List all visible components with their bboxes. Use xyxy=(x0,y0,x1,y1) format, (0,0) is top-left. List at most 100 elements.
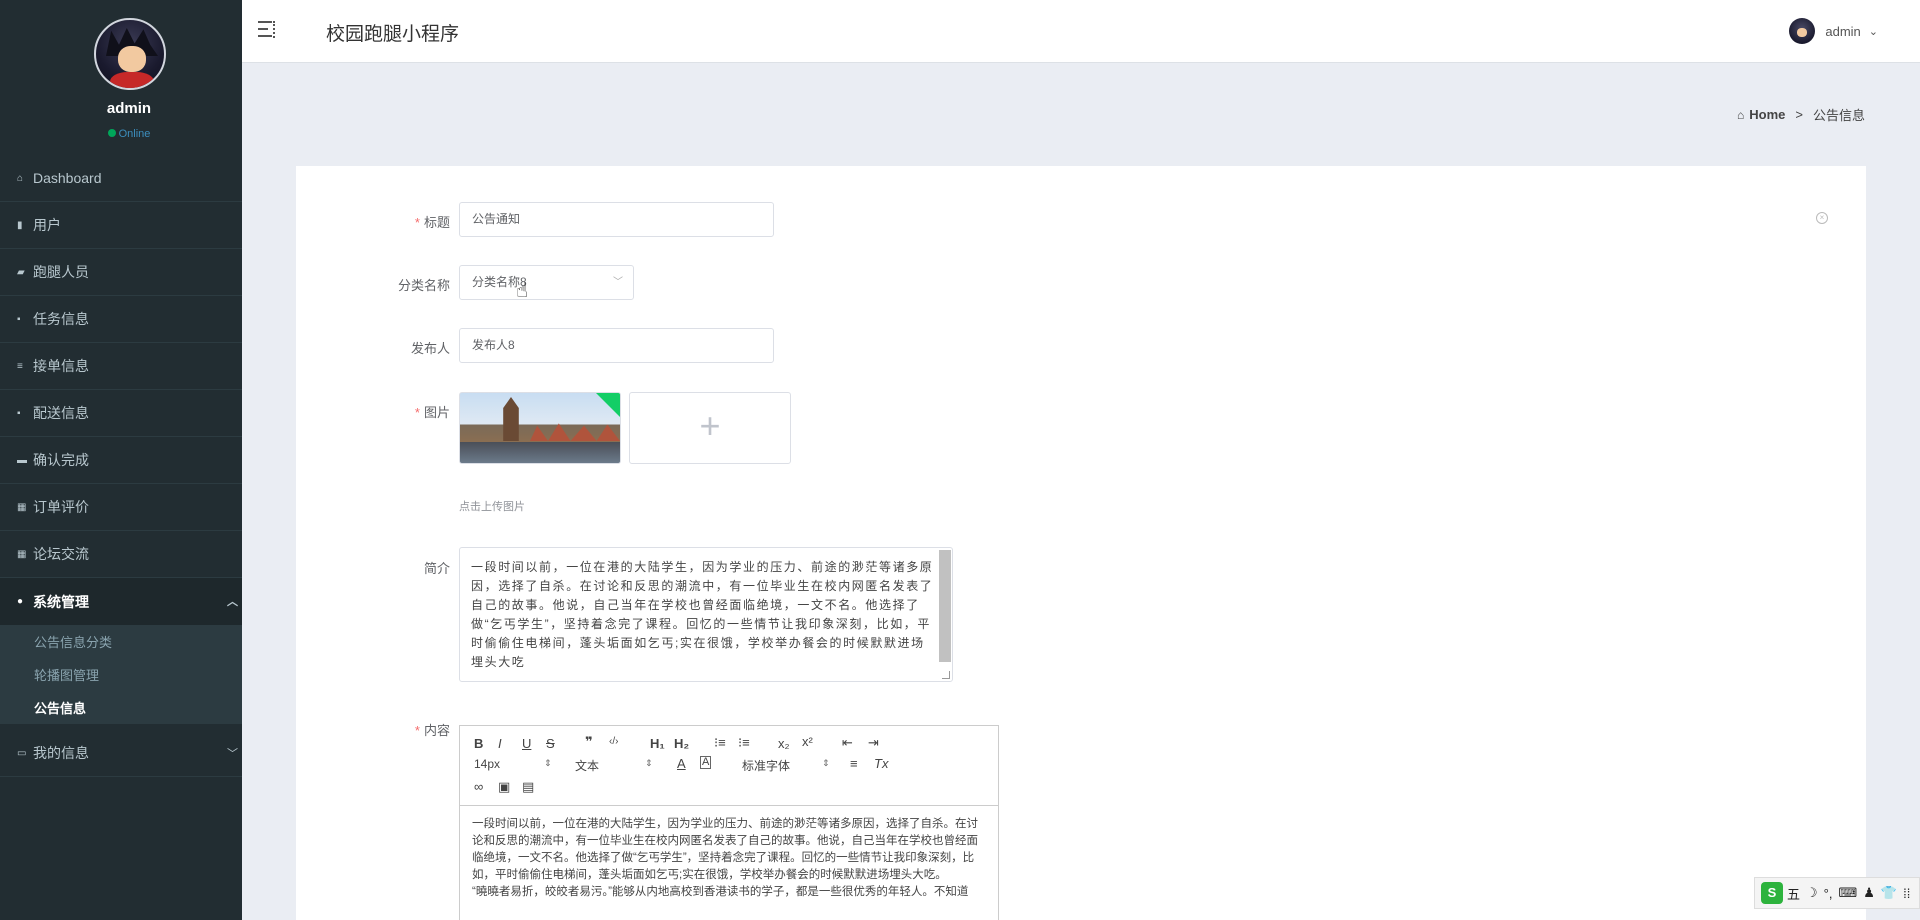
ime-mode[interactable]: 五 xyxy=(1787,884,1800,903)
sidebar-item-my-info[interactable]: ▭ 我的信息 ﹀ xyxy=(0,730,242,777)
resize-handle-icon[interactable] xyxy=(942,671,950,679)
sidebar-menu: ⌂ Dashboard ▮ 用户 ▰ 跑腿人员 ▪ 任务信息 ≡ 接单信息 ▪ … xyxy=(0,155,242,777)
align-icon[interactable]: ≡ xyxy=(850,756,858,771)
sidebar-item-orders-taken[interactable]: ≡ 接单信息 xyxy=(0,343,242,390)
app-title: 校园跑腿小程序 xyxy=(326,24,460,45)
font-family-select[interactable]: 标准字体 ⇕ xyxy=(742,757,832,774)
sidebar-item-confirm[interactable]: ▬ 确认完成 xyxy=(0,437,242,484)
sidebar-item-label: 确认完成 xyxy=(33,452,89,468)
ime-logo-icon[interactable]: S xyxy=(1761,882,1783,904)
italic-icon[interactable]: I xyxy=(498,736,502,751)
grid-icon: ▦ xyxy=(17,548,27,560)
textarea-scrollbar[interactable] xyxy=(939,550,951,662)
summary-textarea[interactable]: 一段时间以前，一位在港的大陆学生，因为学业的压力、前途的渺茫等诸多原因，选择了自… xyxy=(459,547,953,682)
strikethrough-icon[interactable]: S xyxy=(546,736,555,751)
top-header: 校园跑腿小程序 admin ⌄ xyxy=(242,0,1920,63)
online-dot-icon xyxy=(107,129,116,137)
sidebar-item-runners[interactable]: ▰ 跑腿人员 xyxy=(0,249,242,296)
sidebar-item-tasks[interactable]: ▪ 任务信息 xyxy=(0,296,242,343)
menu-grid-icon[interactable]: ⁞⁞ xyxy=(1903,886,1910,901)
list-icon: ≡ xyxy=(17,360,23,372)
sidebar-item-label: 跑腿人员 xyxy=(33,264,89,280)
title-input[interactable]: 公告通知 xyxy=(459,202,774,237)
breadcrumb-separator: > xyxy=(1795,107,1803,122)
ime-toolbar[interactable]: S 五 ☽ °, ⌨ ♟ 👕 ⁞⁞ xyxy=(1754,877,1920,909)
sidebar-subitem-notice[interactable]: 公告信息 xyxy=(0,691,242,724)
font-color-icon[interactable]: A xyxy=(677,756,686,771)
updown-icon: ⇕ xyxy=(822,758,830,768)
bullet-list-icon[interactable]: ⁝≡ xyxy=(738,735,750,751)
ordered-list-icon[interactable]: ⁝≡ xyxy=(714,735,726,751)
file-icon: ▪ xyxy=(17,313,21,325)
category-select[interactable]: 分类名称8 ﹀ xyxy=(459,265,634,300)
system-submenu: 公告信息分类 轮播图管理 公告信息 xyxy=(0,625,242,724)
check-box-icon: ▬ xyxy=(17,454,27,466)
heading2-icon[interactable]: H₂ xyxy=(674,736,689,751)
truck-icon: ▰ xyxy=(17,266,25,278)
person-icon[interactable]: ♟ xyxy=(1863,885,1875,901)
header-avatar xyxy=(1789,18,1816,44)
heading1-icon[interactable]: H₁ xyxy=(650,736,665,751)
category-label: 分类名称 xyxy=(397,278,450,293)
keyboard-icon[interactable]: ⌨ xyxy=(1838,885,1857,901)
home-icon: ⌂ xyxy=(1737,107,1745,122)
image-icon[interactable]: ▣ xyxy=(498,779,510,795)
chevron-down-icon: ﹀ xyxy=(613,277,623,288)
upload-image-button[interactable]: + xyxy=(629,392,791,464)
sidebar-item-delivery[interactable]: ▪ 配送信息 xyxy=(0,390,242,437)
sidebar-item-users[interactable]: ▮ 用户 xyxy=(0,202,242,249)
sidebar-item-label: 系统管理 xyxy=(33,593,89,610)
sidebar-item-system[interactable]: ● 系统管理 ︿ xyxy=(0,578,242,625)
video-icon[interactable]: ▤ xyxy=(522,779,534,795)
mouse-cursor-icon: ☝ xyxy=(516,280,529,302)
sidebar-item-label: 订单评价 xyxy=(33,499,89,515)
publisher-input[interactable]: 发布人8 xyxy=(459,328,774,363)
rich-text-editor: B I U S ❞ ‹/› H₁ H₂ ⁝≡ ⁝≡ x₂ x² ⇤ ⇥ 14px… xyxy=(459,725,999,920)
sidebar-item-forum[interactable]: ▦ 论坛交流 xyxy=(0,531,242,578)
sidebar-item-label: 论坛交流 xyxy=(33,546,89,562)
avatar[interactable] xyxy=(94,18,166,90)
menu-toggle-icon[interactable] xyxy=(258,21,276,41)
sidebar-user-name: admin xyxy=(106,100,152,117)
moon-icon[interactable]: ☽ xyxy=(1806,885,1818,901)
breadcrumb-current: 公告信息 xyxy=(1812,108,1865,123)
punctuation-icon[interactable]: °, xyxy=(1824,886,1833,901)
sidebar-item-label: 接单信息 xyxy=(33,358,89,374)
header-user-name: admin xyxy=(1825,23,1861,39)
breadcrumb-home[interactable]: Home xyxy=(1749,107,1785,122)
breadcrumb: ⌂ Home > 公告信息 xyxy=(1737,105,1865,124)
outdent-icon[interactable]: ⇤ xyxy=(842,735,853,751)
updown-icon: ⇕ xyxy=(645,758,653,768)
sidebar-item-reviews[interactable]: ▦ 订单评价 xyxy=(0,484,242,531)
content-label: * 内容 xyxy=(414,723,450,738)
blockquote-icon[interactable]: ❞ xyxy=(585,734,593,750)
sidebar-item-dashboard[interactable]: ⌂ Dashboard xyxy=(0,155,242,202)
updown-icon: ⇕ xyxy=(544,758,552,768)
underline-icon[interactable]: U xyxy=(522,736,531,751)
indent-icon[interactable]: ⇥ xyxy=(868,735,879,751)
summary-label: 简介 xyxy=(423,561,450,576)
link-icon[interactable]: ∞ xyxy=(474,779,483,794)
clear-format-icon[interactable]: Tx xyxy=(874,756,888,771)
code-block-icon[interactable]: ‹/› xyxy=(609,736,618,747)
bold-icon[interactable]: B xyxy=(474,736,483,751)
editor-paragraph: “曉曉者易折，皎皎者易污。”能够从内地高校到香港读书的学子，都是一些很优秀的年轻… xyxy=(472,886,969,898)
subscript-icon[interactable]: x₂ xyxy=(778,736,790,751)
upload-hint: 点击上传图片 xyxy=(459,501,525,513)
block-type-select[interactable]: 文本 ⇕ xyxy=(575,757,655,774)
header-user-menu[interactable]: admin ⌄ xyxy=(1789,18,1878,44)
grid-icon: ▦ xyxy=(17,501,27,513)
font-size-select[interactable]: 14px ⇕ xyxy=(474,757,554,771)
background-color-icon[interactable]: A xyxy=(700,756,712,769)
editor-content[interactable]: 一段时间以前，一位在港的大陆学生，因为学业的压力、前途的渺茫等诸多原因，选择了自… xyxy=(460,806,998,911)
user-icon: ● xyxy=(17,596,24,607)
superscript-icon[interactable]: x² xyxy=(802,734,813,749)
sidebar-subitem-notice-category[interactable]: 公告信息分类 xyxy=(0,625,242,658)
uploaded-image-thumbnail[interactable] xyxy=(459,392,621,464)
chevron-up-icon: ︿ xyxy=(227,596,238,608)
image-label: * 图片 xyxy=(414,405,450,420)
skin-icon[interactable]: 👕 xyxy=(1881,885,1897,901)
close-icon[interactable]: × xyxy=(1816,212,1828,224)
editor-paragraph: 一段时间以前，一位在港的大陆学生，因为学业的压力、前途的渺茫等诸多原因，选择了自… xyxy=(472,818,978,881)
sidebar-subitem-carousel[interactable]: 轮播图管理 xyxy=(0,658,242,691)
